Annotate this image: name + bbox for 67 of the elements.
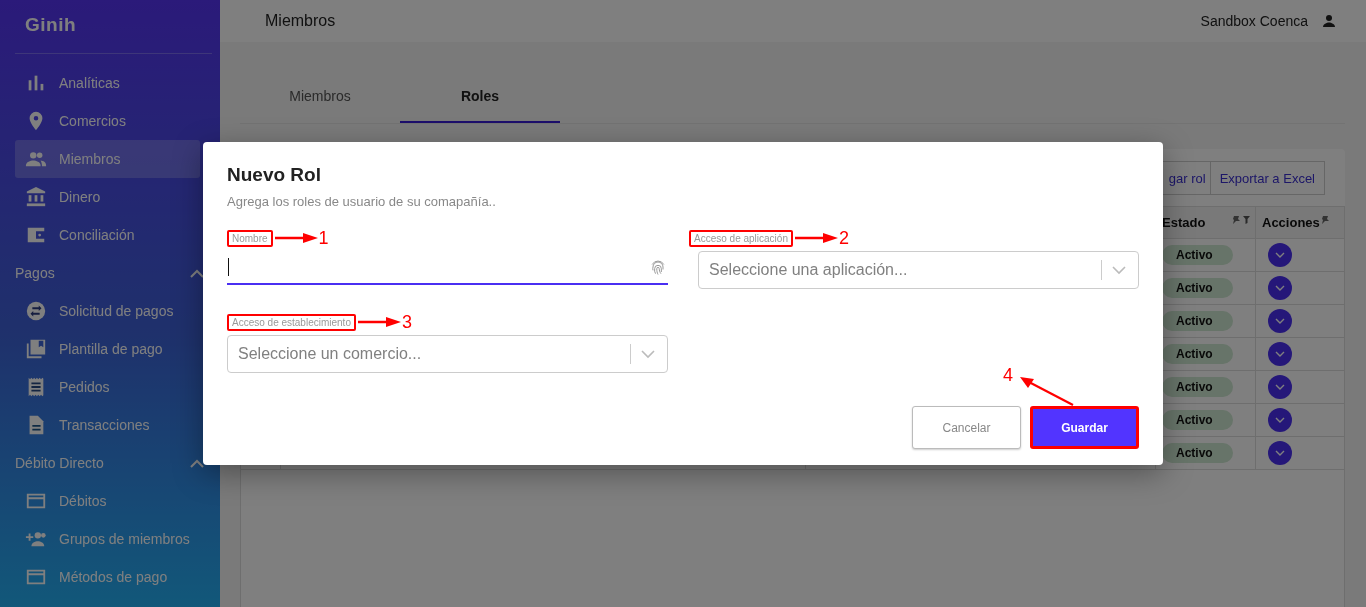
status-badge: Activo: [1162, 410, 1233, 430]
annotation-arrow: [794, 232, 839, 244]
status-badge: Activo: [1162, 344, 1233, 364]
user-icon[interactable]: [1320, 12, 1338, 30]
nav-item[interactable]: Solicitud de pagos: [15, 292, 200, 330]
field-label: Nombre: [227, 229, 273, 247]
select-field[interactable]: Seleccione un comercio...: [227, 335, 668, 373]
nav-item[interactable]: Plantilla de pago: [15, 330, 200, 368]
bank-icon: [25, 186, 47, 208]
dialog-title: Nuevo Rol: [227, 164, 322, 186]
chevron-down-icon: [1275, 450, 1285, 456]
dialog-subtitle: Agrega los roles de usuario de su comapañía..: [227, 194, 497, 209]
text-cursor: [228, 258, 229, 276]
status-badge: Activo: [1162, 278, 1233, 298]
stacked-pages-icon: [25, 338, 47, 360]
nav-item[interactable]: Dinero: [15, 178, 200, 216]
nav-item[interactable]: Grupos de miembros: [15, 520, 200, 558]
annotation-arrow: [357, 316, 402, 328]
save-button[interactable]: Guardar: [1030, 406, 1139, 449]
field-label: Acceso de establecimiento: [227, 313, 356, 331]
annotation-number: 3: [401, 313, 412, 331]
chevron-down-icon: [1275, 285, 1285, 291]
chevron-down-icon: [1275, 417, 1285, 423]
annotation-number: 4: [1003, 366, 1013, 384]
nav-item[interactable]: Débitos: [15, 482, 200, 520]
cancel-button[interactable]: Cancelar: [912, 406, 1021, 449]
actions-button[interactable]: [1268, 276, 1292, 300]
logo: Ginih: [25, 14, 78, 37]
field-label: Acceso de aplicación: [689, 229, 793, 247]
status-badge: Activo: [1162, 443, 1233, 463]
nav-item[interactable]: Pedidos: [15, 368, 200, 406]
actions-button[interactable]: [1268, 375, 1292, 399]
status-badge: Activo: [1162, 311, 1233, 331]
page-title: Miembros: [265, 12, 337, 30]
nav-item[interactable]: Comercios: [15, 102, 200, 140]
annotation-arrow: [274, 232, 319, 244]
chevron-down-icon: [1275, 318, 1285, 324]
actions-button[interactable]: [1268, 408, 1292, 432]
pin-filter-icon[interactable]: [1231, 215, 1251, 225]
toolbar-button[interactable]: Exportar a Excel: [1209, 161, 1325, 195]
chevron-down-icon: [641, 349, 655, 359]
actions-button[interactable]: [1268, 441, 1292, 465]
nav-item[interactable]: Conciliación: [15, 216, 200, 254]
column-header[interactable]: Acciones: [1256, 207, 1344, 238]
select-field[interactable]: Seleccione una aplicación...: [698, 251, 1139, 289]
chevron-down-icon: [1275, 351, 1285, 357]
annotation-arrow: [1019, 376, 1075, 406]
nav-item[interactable]: Métodos de pago: [15, 558, 200, 596]
chevron-down-icon: [1112, 265, 1126, 275]
actions-button[interactable]: [1268, 342, 1292, 366]
section-header[interactable]: Pagos: [15, 254, 220, 292]
user-name: Sandbox Coenca: [1200, 13, 1308, 29]
status-badge: Activo: [1162, 245, 1233, 265]
exchange-icon: [25, 300, 47, 322]
tab[interactable]: Roles: [400, 70, 560, 123]
annotation-number: 2: [838, 229, 849, 247]
tab[interactable]: Miembros: [240, 70, 400, 123]
nav-item[interactable]: Transacciones: [15, 406, 200, 444]
section-header[interactable]: Débito Directo: [15, 444, 220, 482]
actions-button[interactable]: [1268, 243, 1292, 267]
chevron-icon: [190, 458, 204, 468]
nav-item[interactable]: Analíticas: [15, 64, 200, 102]
annotation-number: 1: [318, 229, 329, 247]
actions-button[interactable]: [1268, 309, 1292, 333]
status-badge: Activo: [1162, 377, 1233, 397]
chevron-down-icon: [1275, 384, 1285, 390]
chevron-down-icon: [1275, 252, 1285, 258]
